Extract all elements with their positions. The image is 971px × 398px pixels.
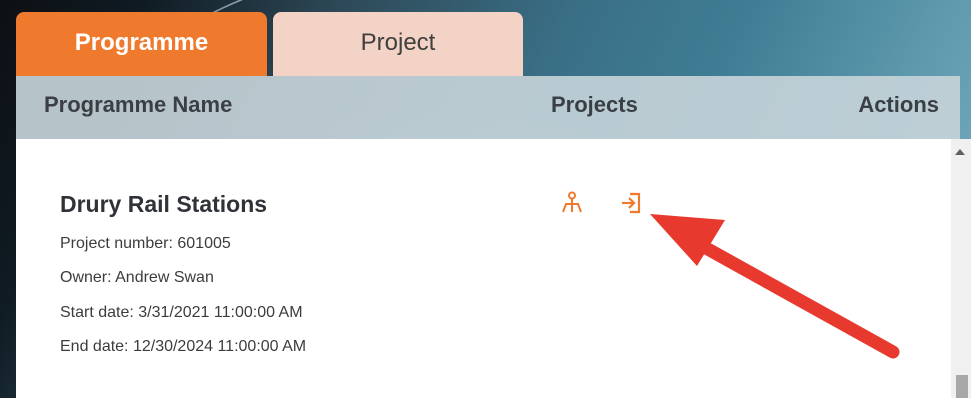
owner: Owner: Andrew Swan <box>60 269 214 286</box>
project-number: Project number: 601005 <box>60 235 231 252</box>
programme-list-panel: Drury Rail Stations Project number: 6010… <box>16 139 951 398</box>
column-header-actions: Actions <box>858 92 939 117</box>
column-header-projects[interactable]: Projects <box>551 92 638 118</box>
programme-title: Drury Rail Stations <box>60 191 268 217</box>
scroll-up-arrow-icon[interactable] <box>955 149 965 155</box>
column-header-programme-name[interactable]: Programme Name <box>44 92 232 118</box>
table-header: Programme Name Projects Actions <box>16 76 960 139</box>
enter-project-icon[interactable] <box>619 191 643 215</box>
tab-programme[interactable]: Programme <box>16 12 267 76</box>
scroll-thumb[interactable] <box>956 375 968 398</box>
tab-project[interactable]: Project <box>273 12 523 76</box>
organization-structure-icon[interactable] <box>560 191 584 215</box>
scrollbar[interactable] <box>951 139 971 398</box>
start-date: Start date: 3/31/2021 11:00:00 AM <box>60 304 303 321</box>
end-date: End date: 12/30/2024 11:00:00 AM <box>60 338 307 355</box>
